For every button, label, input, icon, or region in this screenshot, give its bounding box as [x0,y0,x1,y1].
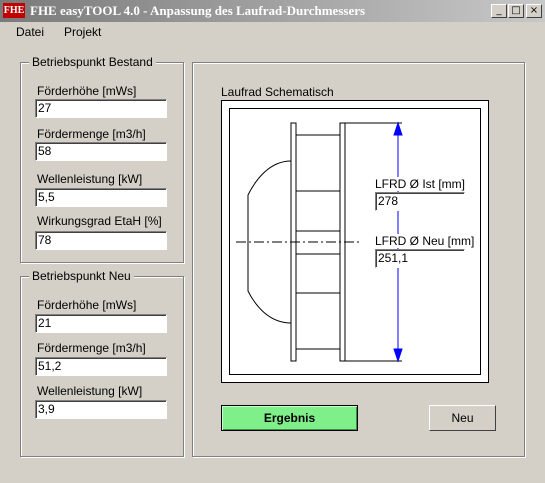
bestand-wellenleistung-field[interactable]: 5,5 [35,188,167,207]
neu-foerderhoehe-field[interactable]: 21 [35,314,167,333]
lfrd-neu-field[interactable]: 251,1 [375,249,465,268]
lfrd-ist-field[interactable]: 278 [375,192,465,211]
neu-group-title: Betriebspunkt Neu [29,269,134,283]
close-button[interactable]: × [526,4,542,18]
bestand-wellenleistung-label: Wellenleistung [kW] [37,172,143,186]
schema-title: Laufrad Schematisch [221,85,334,99]
bestand-wirkungsgrad-label: Wirkungsgrad EtaH [%] [37,214,162,228]
bestand-foerdermenge-label: Fördermenge [m3/h] [37,127,146,141]
title-bar: FHE FHE easyTOOL 4.0 - Anpassung des Lau… [0,0,545,22]
maximize-button[interactable]: □ [508,4,524,18]
ergebnis-button[interactable]: Ergebnis [221,405,358,431]
neu-foerdermenge-field[interactable]: 51,2 [35,357,167,376]
bestand-wirkungsgrad-field[interactable]: 78 [35,231,167,250]
neu-wellenleistung-field[interactable]: 3,9 [35,400,167,419]
lfrd-neu-label: LFRD Ø Neu [mm] [375,234,475,248]
menu-projekt[interactable]: Projekt [64,25,101,39]
menu-datei[interactable]: Datei [16,25,44,39]
window-title: FHE easyTOOL 4.0 - Anpassung des Laufrad… [30,3,366,18]
neu-wellenleistung-label: Wellenleistung [kW] [37,384,143,398]
arrow-up-icon [393,121,403,136]
bestand-foerdermenge-field[interactable]: 58 [35,142,167,161]
neu-button[interactable]: Neu [429,405,496,431]
bestand-group-title: Betriebspunkt Bestand [29,55,156,69]
neu-foerdermenge-label: Fördermenge [m3/h] [37,341,146,355]
lfrd-ist-label: LFRD Ø Ist [mm] [375,177,465,191]
arrow-down-icon [393,348,403,363]
app-logo-icon: FHE [3,3,25,18]
minimize-button[interactable]: _ [491,4,507,18]
bestand-foerderhoehe-label: Förderhöhe [mWs] [37,84,137,98]
menu-bar: Datei Projekt [0,22,545,42]
bestand-foerderhoehe-field[interactable]: 27 [35,99,167,118]
neu-foerderhoehe-label: Förderhöhe [mWs] [37,298,137,312]
